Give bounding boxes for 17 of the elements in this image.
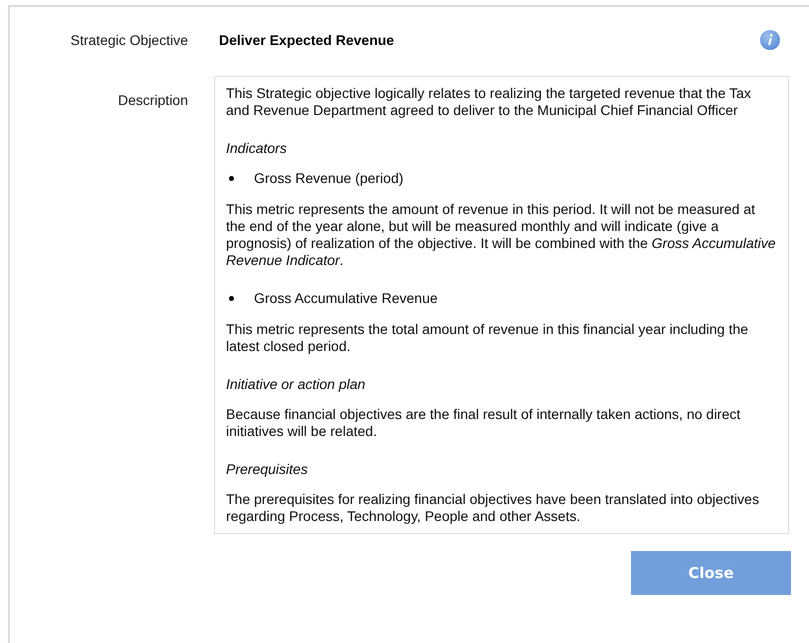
bullet-text: Gross Accumulative Revenue: [254, 290, 438, 307]
field-label: Description: [116, 91, 188, 110]
description-paragraph: This metric represents the total amount of revenue in this financial year including the latest closed period.: [226, 321, 750, 355]
bullet-icon: [229, 296, 234, 301]
description-paragraph: Because financial objectives are the final result of internally taken actions, no direct initiatives will be related.: [226, 406, 742, 440]
description-paragraph: This Strategic objective logically relates to realizing the targeted revenue that the Tax and Revenue Department agreed to deliver to the Municipal Chief Financial Officer: [226, 85, 752, 119]
section-heading: Prerequisites: [226, 461, 309, 478]
description-paragraph: The prerequisites for realizing financial objectives have been translated into objectives regarding Process, Technology, People and other Assets.: [226, 491, 760, 525]
bullet-text: Gross Revenue (period): [254, 170, 404, 187]
bullet-icon: [229, 176, 234, 181]
field-value: Deliver Expected Revenue: [219, 30, 394, 50]
section-heading: Initiative or action plan: [226, 376, 366, 393]
info-icon[interactable]: [760, 30, 780, 50]
field-label: Strategic Objective: [70, 30, 188, 50]
description-paragraph: This metric represents the amount of revenue in this period. It will not be measured at the end of the year alone, but will be measured monthly and will indicate (give a prognosis) of realization of the objective. It will be combined with the Gross Accumulative Revenue Indicator.: [226, 201, 777, 269]
close-button[interactable]: Close: [631, 551, 791, 595]
section-heading: Indicators: [226, 140, 288, 157]
